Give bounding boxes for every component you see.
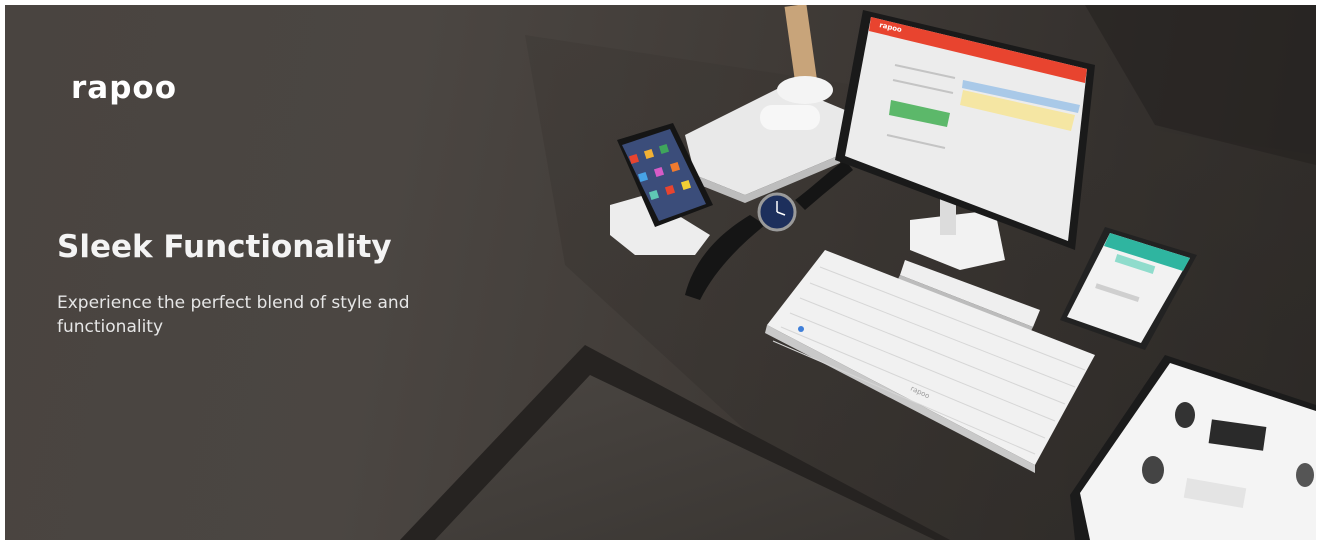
smartphone <box>1060 227 1197 350</box>
product-photo: rapoo rapoo <box>610 5 1316 540</box>
desk-lamp <box>685 5 845 203</box>
tablet-on-stand: rapoo <box>835 10 1095 270</box>
product-tablet <box>1070 355 1316 540</box>
hero-banner[interactable]: rapoo Sleek Functionality Experience the… <box>5 5 1316 540</box>
